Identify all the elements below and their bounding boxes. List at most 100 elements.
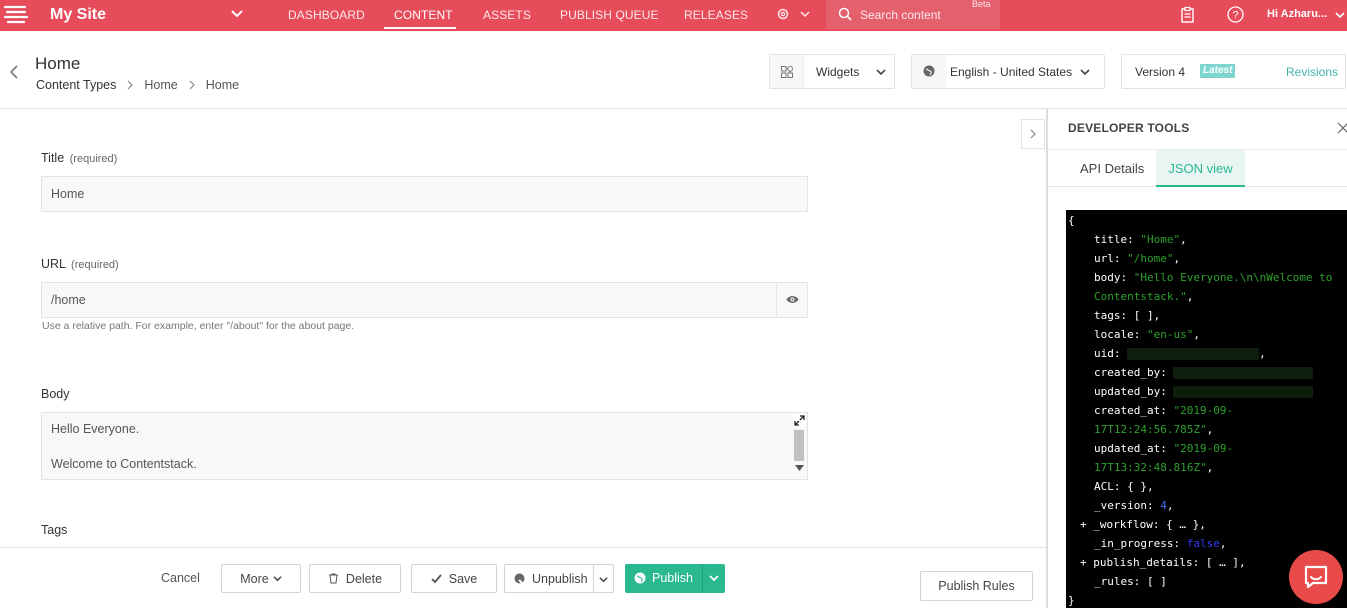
publish-label: Publish [652, 571, 693, 585]
title-label-text: Title [41, 151, 65, 165]
json-line: url: "/home", [1094, 252, 1181, 265]
page-title: Home [35, 54, 81, 73]
url-input[interactable]: /home [41, 282, 808, 318]
language-label: English - United States [950, 65, 1073, 79]
body-line: Hello Everyone. [51, 422, 140, 436]
tab-api-details[interactable]: API Details [1080, 150, 1144, 187]
search-box[interactable]: Search content Beta [826, 0, 1000, 29]
publish-rules-button[interactable]: Publish Rules [920, 571, 1033, 601]
publish-button[interactable]: Publish [625, 564, 725, 593]
json-line: created_by: [1094, 366, 1314, 379]
preview-url-button[interactable] [776, 283, 807, 317]
json-line: tags: [ ], [1094, 309, 1161, 322]
required-marker: (required) [71, 259, 119, 271]
language-dropdown[interactable]: English - United States [911, 54, 1105, 89]
chevron-down-icon[interactable] [599, 575, 608, 584]
json-line: title: "Home", [1094, 233, 1187, 246]
chevron-right-icon [189, 80, 195, 90]
unpublish-globe-icon [514, 573, 525, 584]
dev-tools-title: DEVELOPER TOOLS [1068, 121, 1190, 135]
json-line: _version: 4, [1094, 499, 1174, 512]
json-line: locale: "en-us", [1094, 328, 1200, 341]
unpublish-button[interactable]: Unpublish [504, 564, 614, 593]
chevron-down-icon[interactable] [1335, 10, 1345, 20]
chat-icon [1304, 565, 1328, 589]
nav-dashboard[interactable]: DASHBOARD [288, 8, 365, 22]
site-name[interactable]: My Site [50, 6, 106, 24]
check-icon [431, 574, 442, 584]
delete-button[interactable]: Delete [309, 564, 401, 593]
beta-badge: Beta [972, 0, 991, 9]
nav-releases[interactable]: RELEASES [684, 8, 748, 22]
revisions-link[interactable]: Revisions [1286, 65, 1338, 79]
scroll-down-icon[interactable] [795, 465, 804, 472]
split-divider [593, 565, 594, 592]
cancel-button[interactable]: Cancel [161, 571, 200, 585]
widgets-dropdown[interactable]: Widgets [769, 54, 895, 89]
json-line: { [1068, 214, 1075, 227]
clipboard-icon[interactable] [1179, 6, 1196, 23]
title-input[interactable]: Home [41, 176, 808, 212]
redacted-value [1173, 386, 1314, 398]
help-icon[interactable]: ? [1227, 6, 1244, 23]
split-divider [702, 564, 703, 593]
scrollbar-thumb[interactable] [794, 430, 804, 461]
close-icon[interactable] [1337, 122, 1347, 134]
collapse-panel-button[interactable] [1021, 119, 1045, 149]
globe-icon [634, 572, 646, 584]
json-line: uid: , [1094, 347, 1266, 360]
delete-label: Delete [345, 571, 383, 586]
chevron-down-icon[interactable] [709, 575, 719, 583]
widgets-icon [781, 66, 793, 78]
active-nav-indicator [384, 27, 456, 29]
more-button[interactable]: More [221, 564, 301, 593]
back-arrow-icon[interactable] [8, 64, 20, 80]
widgets-label: Widgets [816, 65, 860, 79]
save-button[interactable]: Save [411, 564, 497, 593]
nav-publish-queue[interactable]: PUBLISH QUEUE [560, 8, 659, 22]
json-line-collapsible[interactable]: + _workflow: { … }, [1080, 518, 1206, 531]
trash-icon [328, 573, 338, 584]
chevron-down-icon[interactable] [230, 7, 244, 21]
url-input-value: /home [51, 293, 86, 307]
chevron-down-icon[interactable] [800, 9, 810, 19]
tags-field-label: Tags [41, 523, 68, 537]
tab-json-view[interactable]: JSON view [1156, 150, 1245, 187]
url-label-text: URL [41, 257, 66, 271]
json-line-collapsible[interactable]: + publish_details: [ … ], [1080, 556, 1246, 569]
breadcrumb-current: Home [205, 78, 240, 92]
logo-icon[interactable] [3, 4, 29, 26]
json-line: Contentstack.", [1094, 290, 1194, 303]
chevron-right-icon [1030, 129, 1036, 139]
nav-assets[interactable]: ASSETS [483, 8, 531, 22]
chevron-down-icon [273, 576, 282, 582]
user-menu[interactable]: Hi Azharu... [1267, 8, 1327, 20]
unpublish-label: Unpublish [532, 571, 588, 586]
expand-plus-icon[interactable]: + [1080, 518, 1093, 531]
breadcrumb: Content Types Home Home [36, 78, 239, 92]
save-label: Save [448, 571, 478, 586]
dev-tools-tabs: API Details JSON view [1048, 149, 1347, 187]
nav-content[interactable]: CONTENT [394, 8, 453, 22]
gear-icon[interactable] [776, 7, 790, 21]
latest-badge: Latest [1200, 64, 1236, 78]
expand-icon[interactable] [793, 414, 806, 427]
widgets-icon-cell [770, 55, 804, 88]
redacted-value [1173, 367, 1314, 379]
entry-header: Home Content Types Home Home Widgets Eng… [0, 31, 1347, 109]
globe-icon [923, 65, 935, 77]
body-textarea[interactable]: Hello Everyone. Welcome to Contentstack. [41, 412, 808, 480]
breadcrumb-home[interactable]: Home [144, 78, 177, 92]
json-line: _in_progress: false, [1094, 537, 1227, 550]
expand-plus-icon[interactable]: + [1080, 556, 1093, 569]
svg-text:?: ? [1232, 10, 1238, 22]
title-field-label: Title (required) [41, 151, 117, 165]
action-footer: Cancel More Delete Save Unpublish Publis… [0, 547, 1046, 608]
language-icon-cell [912, 55, 946, 88]
body-line: Welcome to Contentstack. [51, 457, 197, 471]
search-input[interactable]: Search content [860, 8, 941, 22]
breadcrumb-content-types[interactable]: Content Types [36, 78, 116, 92]
json-line: _rules: [ ] [1094, 575, 1167, 588]
chat-support-button[interactable] [1289, 550, 1343, 604]
version-selector[interactable]: Version 4 Latest Revisions [1121, 54, 1346, 89]
